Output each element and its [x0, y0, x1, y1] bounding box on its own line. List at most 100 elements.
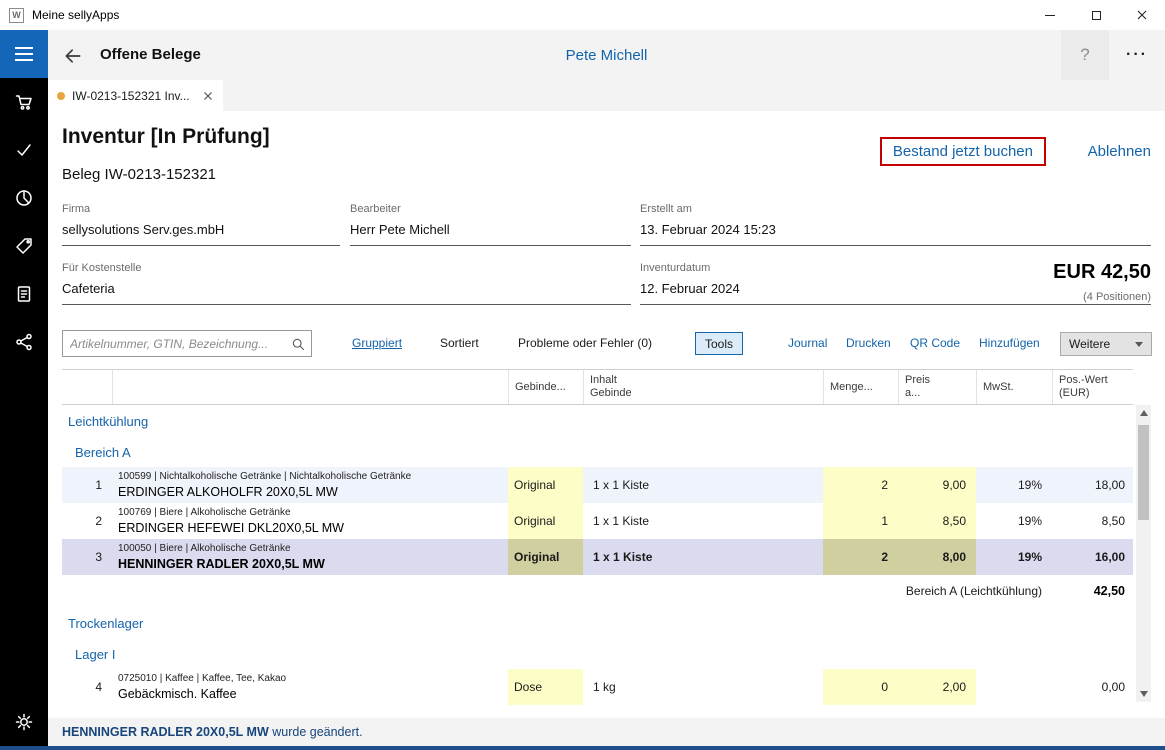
- field-label: Erstellt am: [640, 203, 1151, 215]
- close-button[interactable]: [1119, 0, 1165, 30]
- status-bar: HENNINGER RADLER 20X0,5L MW wurde geände…: [48, 718, 1165, 746]
- user-name-link[interactable]: Pete Michell: [566, 47, 648, 64]
- header-menge[interactable]: Menge...: [823, 370, 898, 404]
- back-button[interactable]: [60, 43, 86, 69]
- problems-filter[interactable]: Probleme oder Fehler (0): [518, 330, 652, 357]
- subgroup-header[interactable]: Bereich A: [62, 437, 1133, 467]
- cell-preis[interactable]: 8,50: [898, 503, 976, 539]
- checkmark-icon: [14, 140, 34, 160]
- sidebar-item-tasks[interactable]: [0, 126, 48, 174]
- search-input[interactable]: [63, 337, 291, 351]
- cell-menge[interactable]: 2: [823, 467, 898, 503]
- total-block: EUR 42,50 (4 Positionen): [1045, 261, 1151, 303]
- pie-chart-icon: [14, 188, 34, 208]
- table-row[interactable]: 1 100599 | Nichtalkoholische Getränke | …: [62, 467, 1133, 503]
- settings-button[interactable]: [0, 702, 48, 742]
- field-label: Für Kostenstelle: [62, 262, 631, 274]
- field-bearbeiter: Bearbeiter Herr Pete Michell: [350, 203, 631, 246]
- more-actions-dropdown[interactable]: Weitere: [1060, 332, 1152, 356]
- minimize-button[interactable]: [1027, 0, 1073, 30]
- window-accent-border: [0, 746, 1165, 750]
- reject-button[interactable]: Ablehnen: [1088, 143, 1151, 160]
- help-button[interactable]: ?: [1061, 30, 1109, 80]
- add-link[interactable]: Hinzufügen: [979, 330, 1040, 357]
- sidebar-item-statistics[interactable]: [0, 174, 48, 222]
- scroll-down-button[interactable]: [1136, 686, 1151, 702]
- group-header[interactable]: Trockenlager: [62, 607, 1133, 639]
- cell-preis[interactable]: 8,00: [898, 539, 976, 575]
- tab-document[interactable]: IW-0213-152321 Inv...: [48, 80, 223, 111]
- print-link[interactable]: Drucken: [846, 330, 891, 357]
- sidebar-item-cart[interactable]: [0, 78, 48, 126]
- article-name: ERDINGER ALKOHOLFR 20X0,5L MW: [118, 484, 338, 500]
- hamburger-menu-button[interactable]: [0, 30, 48, 78]
- search-icon[interactable]: [291, 337, 305, 351]
- cell-gebinde[interactable]: Original: [508, 539, 583, 575]
- cell-preis[interactable]: 2,00: [898, 669, 976, 705]
- article-category: 100050 | Biere | Alkoholische Getränke: [118, 543, 291, 555]
- qr-code-link[interactable]: QR Code: [910, 330, 960, 357]
- cell-inhalt: 1 kg: [583, 669, 823, 705]
- unsaved-changes-dot-icon: [57, 92, 65, 100]
- header-gebinde[interactable]: Gebinde...: [508, 370, 583, 404]
- table-row-selected[interactable]: 3 100050 | Biere | Alkoholische Getränke…: [62, 539, 1133, 575]
- book-inventory-button[interactable]: Bestand jetzt buchen: [880, 137, 1046, 166]
- field-value: Herr Pete Michell: [350, 222, 631, 237]
- field-firma: Firma sellysolutions Serv.ges.mbH: [62, 203, 340, 246]
- table-row[interactable]: 4 0725010 | Kaffee | Kaffee, Tee, Kakao …: [62, 669, 1133, 705]
- share-icon: [14, 332, 34, 352]
- article-name: ERDINGER HEFEWEI DKL20X0,5L MW: [118, 520, 344, 536]
- grouped-toggle[interactable]: Gruppiert: [352, 330, 402, 357]
- subgroup-header[interactable]: Lager I: [62, 639, 1133, 669]
- header-empty-num: [62, 370, 112, 404]
- sidebar: [0, 30, 48, 750]
- cell-menge[interactable]: 0: [823, 669, 898, 705]
- document-number: Beleg IW-0213-152321: [62, 166, 216, 183]
- cell-gebinde[interactable]: Original: [508, 503, 583, 539]
- maximize-button[interactable]: [1073, 0, 1119, 30]
- cell-preis[interactable]: 9,00: [898, 467, 976, 503]
- article-category: 100599 | Nichtalkoholische Getränke | Ni…: [118, 471, 411, 483]
- search-box: [62, 330, 312, 357]
- row-number: 4: [62, 669, 112, 705]
- tools-button[interactable]: Tools: [695, 332, 743, 355]
- cell-wert: 8,50: [1052, 503, 1133, 539]
- header-mwst[interactable]: MwSt.: [976, 370, 1052, 404]
- status-message: wurde geändert.: [272, 725, 362, 739]
- cell-wert: 18,00: [1052, 467, 1133, 503]
- row-number: 1: [62, 467, 112, 503]
- row-number: 2: [62, 503, 112, 539]
- app-icon: W: [9, 8, 24, 23]
- header-preis[interactable]: Preis a...: [898, 370, 976, 404]
- cell-gebinde[interactable]: Original: [508, 467, 583, 503]
- field-label: Bearbeiter: [350, 203, 631, 215]
- cell-menge[interactable]: 2: [823, 539, 898, 575]
- row-description: 100769 | Biere | Alkoholische Getränke E…: [112, 503, 508, 539]
- tag-icon: [14, 236, 34, 256]
- sidebar-item-offers[interactable]: [0, 222, 48, 270]
- header-inhalt[interactable]: Inhalt Gebinde: [583, 370, 823, 404]
- sidebar-item-documents[interactable]: [0, 270, 48, 318]
- scrollbar-thumb[interactable]: [1138, 425, 1149, 520]
- tab-close-button[interactable]: [202, 90, 214, 102]
- cell-wert: 0,00: [1052, 669, 1133, 705]
- vertical-scrollbar[interactable]: [1136, 405, 1151, 702]
- group-header[interactable]: Leichtkühlung: [62, 405, 1133, 437]
- table-header-row: Gebinde... Inhalt Gebinde Menge... Preis…: [62, 369, 1133, 405]
- sidebar-item-share[interactable]: [0, 318, 48, 366]
- triangle-up-icon: [1140, 410, 1148, 416]
- sorted-toggle[interactable]: Sortiert: [440, 330, 479, 357]
- minimize-icon: [1045, 15, 1055, 16]
- cell-inhalt: 1 x 1 Kiste: [583, 467, 823, 503]
- more-options-button[interactable]: ···: [1113, 30, 1161, 80]
- journal-link[interactable]: Journal: [788, 330, 827, 357]
- header-wert[interactable]: Pos.-Wert (EUR): [1052, 370, 1133, 404]
- cell-gebinde[interactable]: Dose: [508, 669, 583, 705]
- table-row[interactable]: 2 100769 | Biere | Alkoholische Getränke…: [62, 503, 1133, 539]
- cell-inhalt: 1 x 1 Kiste: [583, 539, 823, 575]
- article-name: Gebäckmisch. Kaffee: [118, 686, 237, 702]
- cell-menge[interactable]: 1: [823, 503, 898, 539]
- scroll-up-button[interactable]: [1136, 405, 1151, 421]
- page-header: Offene Belege Pete Michell ? ···: [48, 30, 1165, 80]
- header-empty-desc: [112, 370, 508, 404]
